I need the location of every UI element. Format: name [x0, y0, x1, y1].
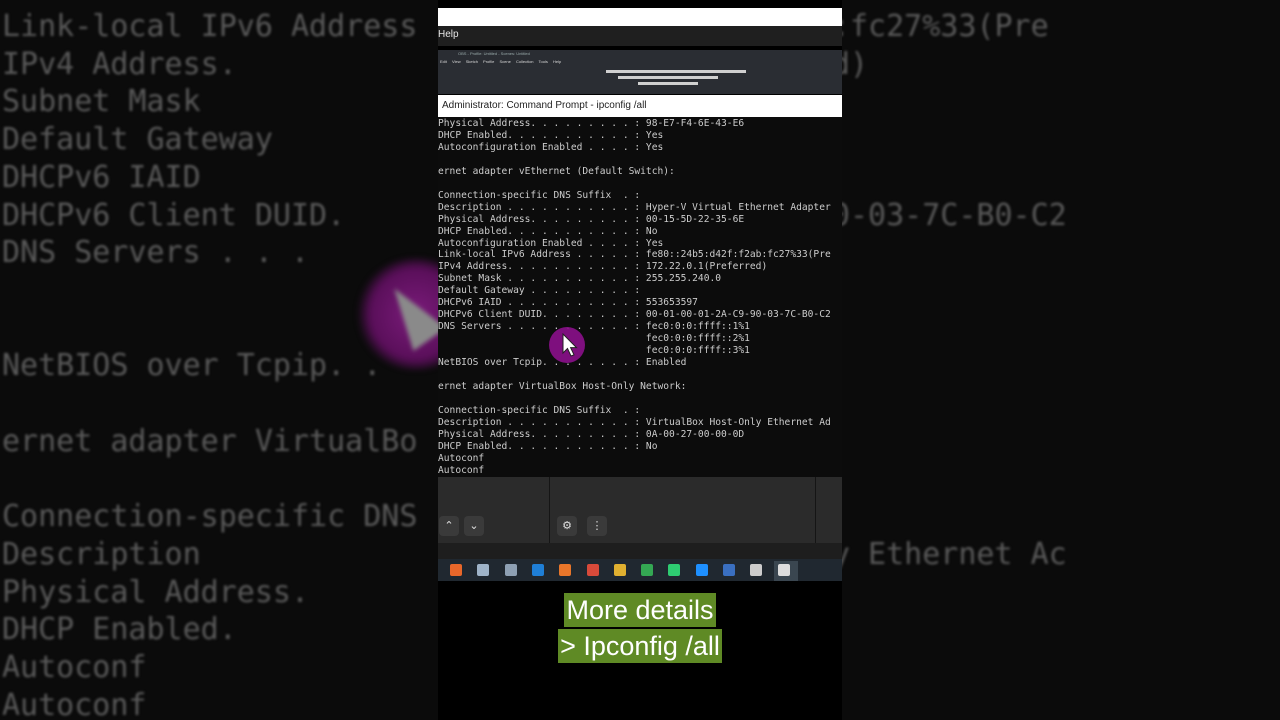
taskbar-chrome-icon[interactable]	[586, 564, 599, 576]
menu-bar: Help	[438, 26, 842, 46]
obs-menu-bar: Edit View Sketch Profile Scene Collectio…	[440, 59, 562, 64]
taskbar-files-icon[interactable]	[504, 564, 517, 576]
obs-dock-panel: ⌃ ⌄ ⚙ ⋮	[438, 477, 842, 543]
obs-preview-bar	[638, 82, 698, 85]
window-title: Administrator: Command Prompt - ipconfig…	[442, 100, 647, 111]
taskbar-firefox-icon[interactable]	[559, 564, 572, 576]
more-options-button[interactable]: ⋮	[587, 516, 607, 536]
taskbar-cmd-icon[interactable]	[777, 564, 790, 576]
taskbar-obs-icon[interactable]	[750, 564, 763, 576]
move-down-button[interactable]: ⌄	[464, 516, 484, 536]
taskbar-outlook-icon[interactable]	[531, 564, 544, 576]
obs-preview-bar	[618, 76, 718, 79]
caption-line-2: > Ipconfig /all	[558, 629, 722, 663]
obs-preview-bar	[606, 70, 746, 73]
obs-window-title: OBS - Profile: Untitled - Scenes: Untitl…	[458, 51, 530, 56]
windows-taskbar	[438, 559, 842, 581]
taskbar-chrome-icon[interactable]	[613, 564, 626, 576]
move-up-button[interactable]: ⌃	[439, 516, 459, 536]
background-right: 5:d42f:f2ab:fc27%33(Pre .1(Preferred) 24…	[842, 0, 1280, 720]
console-output[interactable]: Physical Address. . . . . . . . . : 98-E…	[438, 117, 842, 477]
caption-line-1: More details	[564, 593, 716, 627]
panel-divider	[815, 477, 816, 543]
background-text-right: 5:d42f:f2ab:fc27%33(Pre .1(Preferred) 24…	[842, 9, 1067, 572]
taskbar-app-icon[interactable]	[450, 564, 462, 576]
taskbar-terminal-icon[interactable]	[668, 564, 681, 576]
taskbar-editor-icon[interactable]	[723, 564, 735, 576]
obs-window-preview: OBS - Profile: Untitled - Scenes: Untitl…	[438, 50, 842, 94]
settings-gear-button[interactable]: ⚙	[557, 516, 577, 536]
panel-divider	[549, 477, 550, 543]
panel-footer	[438, 543, 842, 559]
help-menu[interactable]: Help	[438, 29, 459, 40]
top-white-strip	[438, 8, 842, 26]
video-caption: More details > Ipconfig /all	[438, 592, 842, 664]
background-left: Link-local IPv6 Address IPv4 Address. Su…	[0, 0, 438, 720]
command-prompt-titlebar[interactable]: Administrator: Command Prompt - ipconfig…	[438, 95, 842, 117]
taskbar-chrome-icon[interactable]	[641, 564, 654, 576]
mouse-pointer-icon	[562, 333, 578, 357]
background-text-left: Link-local IPv6 Address IPv4 Address. Su…	[2, 9, 418, 720]
ipconfig-output-text: Physical Address. . . . . . . . . : 98-E…	[438, 118, 831, 476]
taskbar-edge-icon[interactable]	[477, 564, 490, 576]
video-column: Help OBS - Profile: Untitled - Scenes: U…	[438, 0, 842, 720]
taskbar-browser-icon[interactable]	[695, 564, 708, 576]
